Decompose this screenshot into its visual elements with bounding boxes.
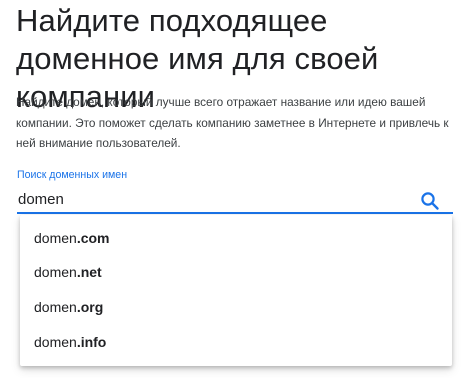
suggestions-dropdown: domen.com domen.net domen.org domen.info: [20, 215, 452, 366]
suggestion-name: domen: [34, 299, 77, 315]
suggestion-name: domen: [34, 334, 77, 350]
suggestion-tld: .org: [76, 299, 104, 315]
suggestion-tld: .info: [76, 334, 107, 350]
page-description: Найдите домен, который лучше всего отраж…: [16, 95, 449, 150]
search-input[interactable]: [18, 186, 408, 212]
search-label: Поиск доменных имен: [17, 169, 128, 181]
domain-search-page: Найдите подходящее доменное имя для свое…: [0, 0, 474, 378]
search-field: [17, 186, 453, 214]
suggestion-item[interactable]: domen.info: [34, 330, 434, 354]
suggestion-tld: .com: [76, 230, 110, 246]
suggestion-name: domen: [34, 264, 77, 280]
search-icon[interactable]: [420, 191, 440, 211]
suggestion-tld: .net: [76, 264, 102, 280]
suggestion-name: domen: [34, 230, 77, 246]
suggestion-item[interactable]: domen.com: [34, 226, 434, 250]
suggestion-item[interactable]: domen.org: [34, 295, 434, 319]
suggestion-item[interactable]: domen.net: [34, 260, 434, 284]
